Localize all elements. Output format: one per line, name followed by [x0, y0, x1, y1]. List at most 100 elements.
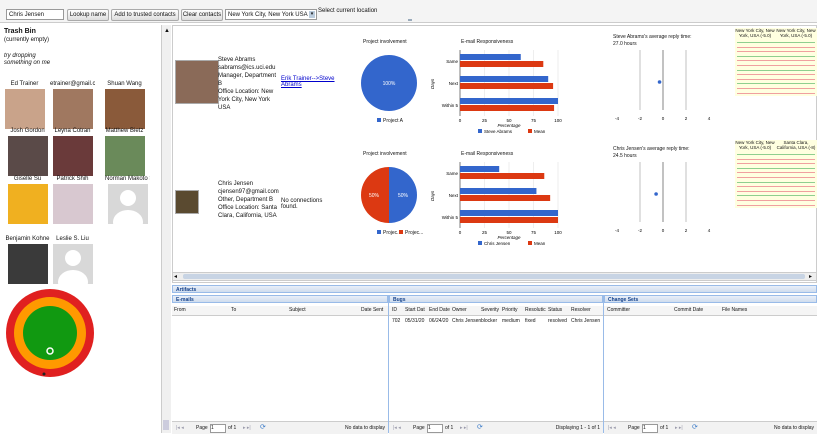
first-prev-page-icons[interactable]: |◂ ◂ — [176, 422, 184, 434]
contact-card[interactable]: Leyna Cotran — [50, 127, 95, 176]
timezone-hour-line — [737, 92, 815, 94]
contact-photo[interactable] — [104, 89, 145, 129]
column-header-row: From To Subject Date Sent — [172, 306, 388, 316]
lookup-name-button[interactable]: Lookup name — [67, 9, 109, 21]
reply-time-point[interactable] — [657, 80, 662, 84]
contact-photo[interactable] — [7, 136, 48, 176]
category-label: Within 5 — [442, 215, 459, 220]
next-last-page-icons[interactable]: ▸ ▸| — [460, 422, 468, 434]
contact-card[interactable]: etrainer@gmail.com — [50, 80, 95, 129]
next-last-page-icons[interactable]: ▸ ▸| — [243, 422, 251, 434]
toolbar-collapse-handle[interactable] — [408, 19, 412, 21]
table-row[interactable]: 702 05/31/20 06/24/20 Chris Jensen blocker me… — [389, 317, 603, 326]
bar[interactable] — [460, 105, 555, 111]
self-marker[interactable] — [46, 347, 54, 355]
legend-label: Mean — [534, 129, 546, 134]
column-header[interactable]: Commit Date — [674, 306, 703, 315]
name-search-input[interactable]: Chris Jensen — [6, 9, 64, 20]
bar[interactable] — [460, 195, 551, 201]
column-header[interactable]: Start Dat — [405, 306, 425, 315]
sidebar-scrollbar[interactable]: ▲ — [161, 25, 171, 433]
contact-row-photo[interactable] — [175, 60, 219, 104]
timezone-hour-line — [737, 186, 815, 188]
location-select[interactable]: New York City, New York USA ▾ — [225, 9, 317, 20]
bar[interactable] — [460, 83, 554, 89]
contact-photo[interactable] — [4, 89, 45, 129]
column-header[interactable]: Subject — [289, 306, 306, 315]
chevron-down-icon[interactable]: ▾ — [309, 11, 315, 18]
refresh-icon[interactable]: ⟳ — [260, 422, 266, 434]
paging-toolbar: |◂ ◂ Page 1 of 1 ▸ ▸| ⟳ No data to display — [172, 421, 388, 434]
contact-photo[interactable] — [7, 244, 48, 284]
contact-dot[interactable] — [42, 372, 46, 376]
contact-card[interactable]: Leslie S. Liu — [50, 235, 95, 294]
timezone-header: New York City, New York, USA (-5.0) — [735, 28, 775, 38]
column-header[interactable]: Severity — [481, 306, 499, 315]
bar[interactable] — [460, 173, 545, 179]
column-header[interactable]: From — [174, 306, 186, 315]
refresh-icon[interactable]: ⟳ — [477, 422, 483, 434]
scroll-up-icon[interactable]: ▲ — [164, 28, 170, 34]
contact-card[interactable]: Matthew Bietz — [102, 127, 147, 176]
legend-swatch — [478, 129, 482, 133]
page-number-input[interactable]: 1 — [427, 424, 443, 433]
column-header[interactable]: Committer — [607, 306, 630, 315]
column-header[interactable]: Date Sent — [361, 306, 383, 315]
bar[interactable] — [460, 98, 558, 104]
connection-path-link[interactable]: Erik Trainer-->Steve Abrams — [281, 76, 337, 88]
horizontal-scrollbar[interactable]: ◂ ▸ — [172, 272, 817, 281]
clear-contacts-button[interactable]: Clear contacts — [181, 9, 223, 21]
contact-row-photo[interactable] — [175, 190, 199, 214]
add-trusted-contacts-button[interactable]: Add to trusted contacts — [111, 9, 179, 21]
page-number-input[interactable]: 1 — [642, 424, 658, 433]
bar[interactable] — [460, 217, 558, 223]
contact-photo[interactable] — [52, 89, 93, 129]
refresh-icon[interactable]: ⟳ — [692, 422, 698, 434]
contact-card[interactable]: Giselle Su — [5, 175, 50, 224]
contact-card[interactable]: Shuan Wang — [102, 80, 147, 129]
next-last-page-icons[interactable]: ▸ ▸| — [675, 422, 683, 434]
x-tick-label: 4 — [708, 116, 711, 121]
contact-card[interactable]: Ed Trainer — [2, 80, 47, 129]
first-prev-page-icons[interactable]: |◂ ◂ — [393, 422, 401, 434]
timezone-hour-line — [737, 167, 815, 169]
contact-info-line: B — [218, 81, 223, 87]
bar[interactable] — [460, 61, 544, 67]
reply-time-point[interactable] — [654, 192, 658, 196]
contact-card[interactable]: Norman Makoto Su — [105, 175, 150, 234]
column-header[interactable]: End Date — [429, 306, 450, 315]
contact-card[interactable]: Benjamin Kohne — [5, 235, 50, 284]
bar[interactable] — [460, 54, 521, 60]
column-header[interactable]: Priority — [502, 306, 518, 315]
contact-photo[interactable] — [7, 184, 48, 224]
column-header[interactable]: Resolver — [571, 306, 591, 315]
table-cell: medium — [502, 318, 520, 324]
scroll-left-icon[interactable]: ◂ — [174, 273, 177, 280]
contact-photo[interactable] — [52, 136, 93, 176]
bar[interactable] — [460, 188, 537, 194]
column-header[interactable]: ID — [392, 306, 397, 315]
contact-photo[interactable] — [104, 136, 145, 176]
column-header[interactable]: To — [231, 306, 236, 315]
column-header[interactable]: Status — [548, 306, 562, 315]
first-prev-page-icons[interactable]: |◂ ◂ — [608, 422, 616, 434]
bar[interactable] — [460, 76, 549, 82]
bar[interactable] — [460, 166, 500, 172]
column-header[interactable]: Resolutic — [525, 306, 546, 315]
contact-name: Patrick Shih — [56, 176, 89, 182]
emails-grid: E-mails From To Subject Date Sent |◂ ◂ Page 1 o… — [172, 295, 389, 434]
page-number-input[interactable]: 1 — [210, 424, 226, 433]
contact-photo[interactable] — [107, 184, 148, 234]
contact-card[interactable]: Patrick Shih — [50, 175, 95, 224]
scroll-thumb-horizontal[interactable] — [183, 274, 805, 279]
contact-card[interactable]: Josh Gordon — [5, 127, 50, 176]
timezone-hour-line — [737, 55, 815, 57]
bar[interactable] — [460, 210, 558, 216]
scroll-right-icon[interactable]: ▸ — [809, 273, 812, 280]
contact-photo[interactable] — [52, 184, 93, 224]
scroll-thumb[interactable] — [163, 420, 169, 430]
column-header[interactable]: Owner — [452, 306, 467, 315]
column-header[interactable]: File Names — [722, 306, 747, 315]
contact-photo[interactable] — [52, 244, 93, 294]
column-header-row: ID Start Dat End Date Owner Severity Priority… — [389, 306, 603, 316]
